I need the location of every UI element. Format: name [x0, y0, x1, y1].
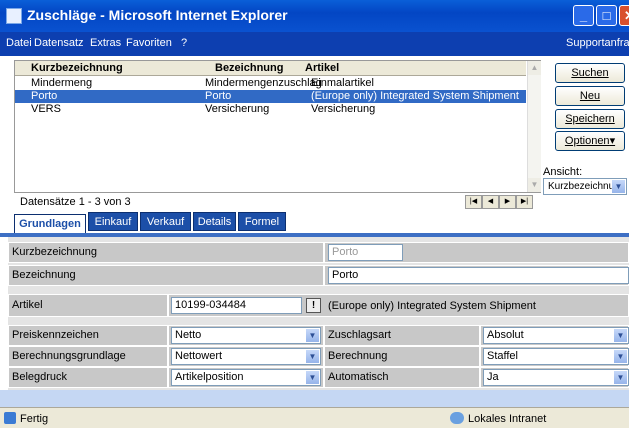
cell: VERS	[31, 103, 61, 115]
details-form: Kurzbezeichnung Porto Bezeichnung Porto …	[8, 237, 629, 390]
belegdruck-select[interactable]: Artikelposition ▼	[171, 369, 321, 386]
column-header[interactable]: Kurzbezeichnung	[31, 62, 123, 74]
artikel-input[interactable]: 10199-034484	[171, 297, 302, 314]
menu-favoriten[interactable]: Favoriten	[126, 37, 172, 49]
berechnungsgrundlage-select[interactable]: Nettowert ▼	[171, 348, 321, 365]
label-kurzbezeichnung: Kurzbezeichnung	[8, 242, 324, 263]
chevron-down-icon[interactable]: ▼	[306, 371, 319, 384]
cell: Porto	[31, 90, 58, 102]
column-header[interactable]: Bezeichnung	[215, 62, 283, 74]
cell: Einmalartikel	[311, 77, 374, 89]
menu-datei[interactable]: Datei	[6, 37, 32, 49]
last-record-icon[interactable]: ▶|	[516, 195, 533, 209]
lookup-icon[interactable]: !	[306, 298, 321, 313]
label-berechnungsgrundlage: Berechnungsgrundlage	[8, 346, 168, 367]
record-count: Datensätze 1 - 3 von 3	[20, 196, 131, 208]
list-header: Kurzbezeichnung Bezeichnung Artikel	[15, 61, 526, 76]
view-value: Kurzbezeichnung	[548, 181, 612, 192]
chevron-down-icon[interactable]: ▼	[612, 180, 625, 193]
form-footer-bar	[0, 390, 629, 407]
view-select[interactable]: Kurzbezeichnung ▼	[543, 178, 627, 195]
cell: Mindermeng	[31, 77, 93, 89]
table-row[interactable]: Porto Porto (Europe only) Integrated Sys…	[15, 90, 526, 103]
automatisch-select[interactable]: Ja ▼	[483, 369, 629, 386]
select-value: Nettowert	[175, 350, 223, 362]
menu-help[interactable]: ?	[181, 37, 187, 49]
records-list[interactable]: Kurzbezeichnung Bezeichnung Artikel Mind…	[14, 60, 541, 193]
menu-bar: Datei Datensatz Extras Favoriten ? Suppo…	[0, 32, 629, 56]
artikel-description: (Europe only) Integrated System Shipment	[328, 300, 536, 312]
menu-datensatz[interactable]: Datensatz	[34, 37, 84, 49]
maximize-button[interactable]: □	[596, 5, 617, 26]
options-label: Optionen	[564, 135, 610, 147]
table-row[interactable]: VERS Versicherung Versicherung	[15, 103, 526, 116]
label-automatisch: Automatisch	[324, 367, 480, 388]
cell: (Europe only) Integrated System Shipment	[311, 90, 519, 102]
cell: Porto	[205, 90, 232, 102]
select-value: Ja	[487, 371, 499, 383]
next-record-icon[interactable]: ▶	[499, 195, 516, 209]
tab-verkauf[interactable]: Verkauf	[140, 212, 191, 231]
label-artikel: Artikel	[8, 294, 168, 317]
cell: Versicherung	[311, 103, 376, 115]
select-value: Staffel	[487, 350, 518, 362]
chevron-down-icon[interactable]: ▼	[614, 350, 627, 363]
prev-record-icon[interactable]: ◀	[482, 195, 499, 209]
label-zuschlagsart: Zuschlagsart	[324, 325, 480, 346]
new-button[interactable]: Neu	[555, 86, 625, 106]
kurzbezeichnung-input[interactable]: Porto	[328, 244, 403, 261]
vertical-scrollbar[interactable]: ▲ ▼	[527, 61, 541, 192]
options-button[interactable]: Optionen▾	[555, 131, 625, 151]
scroll-up-icon[interactable]: ▲	[528, 61, 541, 75]
zuschlagsart-select[interactable]: Absolut ▼	[483, 327, 629, 344]
select-value: Absolut	[487, 329, 524, 341]
ie-page-icon	[4, 412, 16, 424]
menu-extras[interactable]: Extras	[90, 37, 121, 49]
select-value: Artikelposition	[175, 371, 244, 383]
table-row[interactable]: Mindermeng Mindermengenzuschlag Einmalar…	[15, 77, 526, 90]
label-berechnung: Berechnung	[324, 346, 480, 367]
berechnung-select[interactable]: Staffel ▼	[483, 348, 629, 365]
intranet-icon	[450, 412, 464, 424]
close-button[interactable]: ✕	[619, 5, 629, 26]
menu-supportanfrage[interactable]: Supportanfrage	[566, 37, 629, 49]
save-button[interactable]: Speichern	[555, 109, 625, 129]
scroll-down-icon[interactable]: ▼	[528, 178, 541, 192]
preiskennzeichen-select[interactable]: Netto ▼	[171, 327, 321, 344]
chevron-down-icon[interactable]: ▼	[306, 350, 319, 363]
chevron-down-icon[interactable]: ▼	[306, 329, 319, 342]
label-belegdruck: Belegdruck	[8, 367, 168, 388]
cell: Mindermengenzuschlag	[205, 77, 322, 89]
first-record-icon[interactable]: |◀	[465, 195, 482, 209]
minimize-button[interactable]: _	[573, 5, 594, 26]
chevron-down-icon[interactable]: ▼	[614, 329, 627, 342]
column-header[interactable]: Artikel	[305, 62, 339, 74]
label-bezeichnung: Bezeichnung	[8, 265, 324, 286]
zone-text: Lokales Intranet	[468, 413, 547, 425]
window-title: Zuschläge - Microsoft Internet Explorer	[27, 7, 288, 23]
bezeichnung-input[interactable]: Porto	[328, 267, 629, 284]
chevron-down-icon[interactable]: ▼	[614, 371, 627, 384]
tab-grundlagen[interactable]: Grundlagen	[14, 214, 86, 234]
ie-page-icon	[6, 8, 22, 24]
status-bar: Fertig Lokales Intranet	[0, 407, 629, 428]
select-value: Netto	[175, 329, 202, 341]
cell: Versicherung	[205, 103, 270, 115]
status-text: Fertig	[20, 413, 49, 425]
label-preiskennzeichen: Preiskennzeichen	[8, 325, 168, 346]
view-label: Ansicht:	[543, 166, 583, 178]
title-bar: Zuschläge - Microsoft Internet Explorer …	[0, 0, 629, 32]
tab-details[interactable]: Details	[193, 212, 236, 231]
tab-einkauf[interactable]: Einkauf	[88, 212, 138, 231]
tab-formel[interactable]: Formel	[238, 212, 286, 231]
search-button[interactable]: Suchen	[555, 63, 625, 83]
